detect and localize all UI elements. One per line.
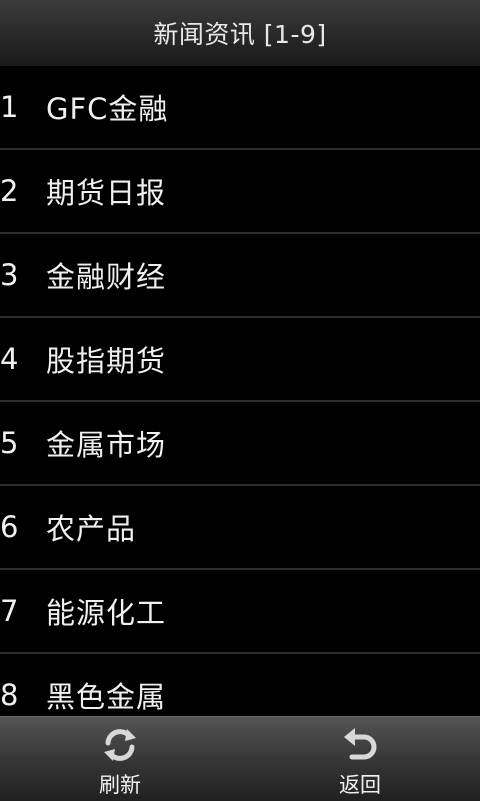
back-icon	[344, 728, 377, 760]
refresh-label: 刷新	[99, 773, 141, 797]
item-label: 期货日报	[46, 176, 167, 210]
item-number: 3	[0, 258, 19, 292]
item-label: 股指期货	[46, 344, 167, 378]
refresh-button[interactable]: 刷新	[60, 717, 180, 801]
item-label: 金融财经	[46, 260, 167, 294]
item-label: 金属市场	[46, 428, 167, 462]
item-number: 4	[0, 342, 19, 376]
list-item[interactable]: 1 GFC金融	[0, 66, 480, 150]
title-bar: 新闻资讯 [1-9]	[0, 0, 480, 67]
item-number: 7	[0, 594, 19, 628]
back-label: 返回	[339, 773, 381, 797]
item-number: 1	[0, 90, 19, 124]
item-number: 5	[0, 426, 19, 460]
list-item[interactable]: 6 农产品	[0, 486, 480, 570]
page-title: 新闻资讯 [1-9]	[153, 20, 327, 49]
list-item[interactable]: 3 金融财经	[0, 234, 480, 318]
item-number: 6	[0, 510, 19, 544]
item-number: 8	[0, 678, 19, 712]
list-item[interactable]: 2 期货日报	[0, 150, 480, 234]
refresh-icon	[104, 729, 136, 761]
list-item[interactable]: 5 金属市场	[0, 402, 480, 486]
list-item[interactable]: 8 黑色金属	[0, 654, 480, 716]
news-category-list: 1 GFC金融 2 期货日报 3 金融财经 4 股指期货 5 金属市场 6 农产…	[0, 66, 480, 716]
item-number: 2	[0, 174, 19, 208]
item-label: 农产品	[46, 512, 137, 546]
item-label: 黑色金属	[46, 680, 167, 714]
list-item[interactable]: 4 股指期货	[0, 318, 480, 402]
bottom-toolbar: 刷新 返回	[0, 716, 480, 801]
list-item[interactable]: 7 能源化工	[0, 570, 480, 654]
item-label: GFC金融	[46, 92, 169, 126]
item-label: 能源化工	[46, 596, 167, 630]
back-button[interactable]: 返回	[300, 717, 420, 801]
